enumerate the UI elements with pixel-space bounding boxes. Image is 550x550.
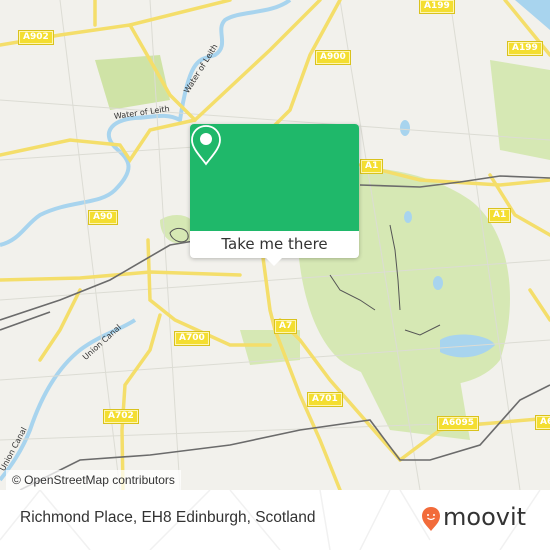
pond (404, 211, 412, 223)
road-label: A6095 (438, 417, 479, 430)
road-label: A900 (316, 51, 350, 64)
brand-name: moovit (443, 503, 527, 531)
map-attribution[interactable]: © OpenStreetMap contributors (6, 470, 181, 490)
popup-header (190, 124, 359, 231)
address-text: Richmond Place, EH8 Edinburgh, Scotland (20, 509, 316, 526)
moovit-smile-pin-icon (422, 507, 440, 531)
popup-tail (266, 258, 282, 266)
road-label: A700 (175, 332, 209, 345)
map-pin-icon (191, 125, 221, 166)
take-me-there-button[interactable]: Take me there (190, 231, 359, 258)
footer: Richmond Place, EH8 Edinburgh, Scotland … (0, 490, 550, 550)
pond (433, 276, 443, 290)
road-label: A199 (508, 42, 542, 55)
road-label: A702 (104, 410, 138, 423)
park-area (95, 55, 170, 110)
location-popup: Take me there (190, 124, 359, 266)
pond (400, 120, 410, 136)
moovit-logo[interactable]: moovit (421, 503, 541, 534)
map-view[interactable]: A902 A199 A199 A900 A1 A1 A90 A700 A7 A7… (0, 0, 550, 490)
road-label: A1 (489, 209, 511, 222)
sea (515, 0, 550, 30)
park-area (490, 60, 550, 160)
road-label: A902 (19, 31, 53, 44)
road-label: A701 (308, 393, 342, 406)
road-label: A7 (275, 320, 297, 333)
park-area (240, 330, 300, 365)
road-label: A6095 (536, 416, 550, 429)
union-canal (0, 318, 137, 482)
road-label: A90 (89, 211, 117, 224)
road-label: A1 (361, 160, 383, 173)
road-label: A199 (420, 0, 454, 13)
